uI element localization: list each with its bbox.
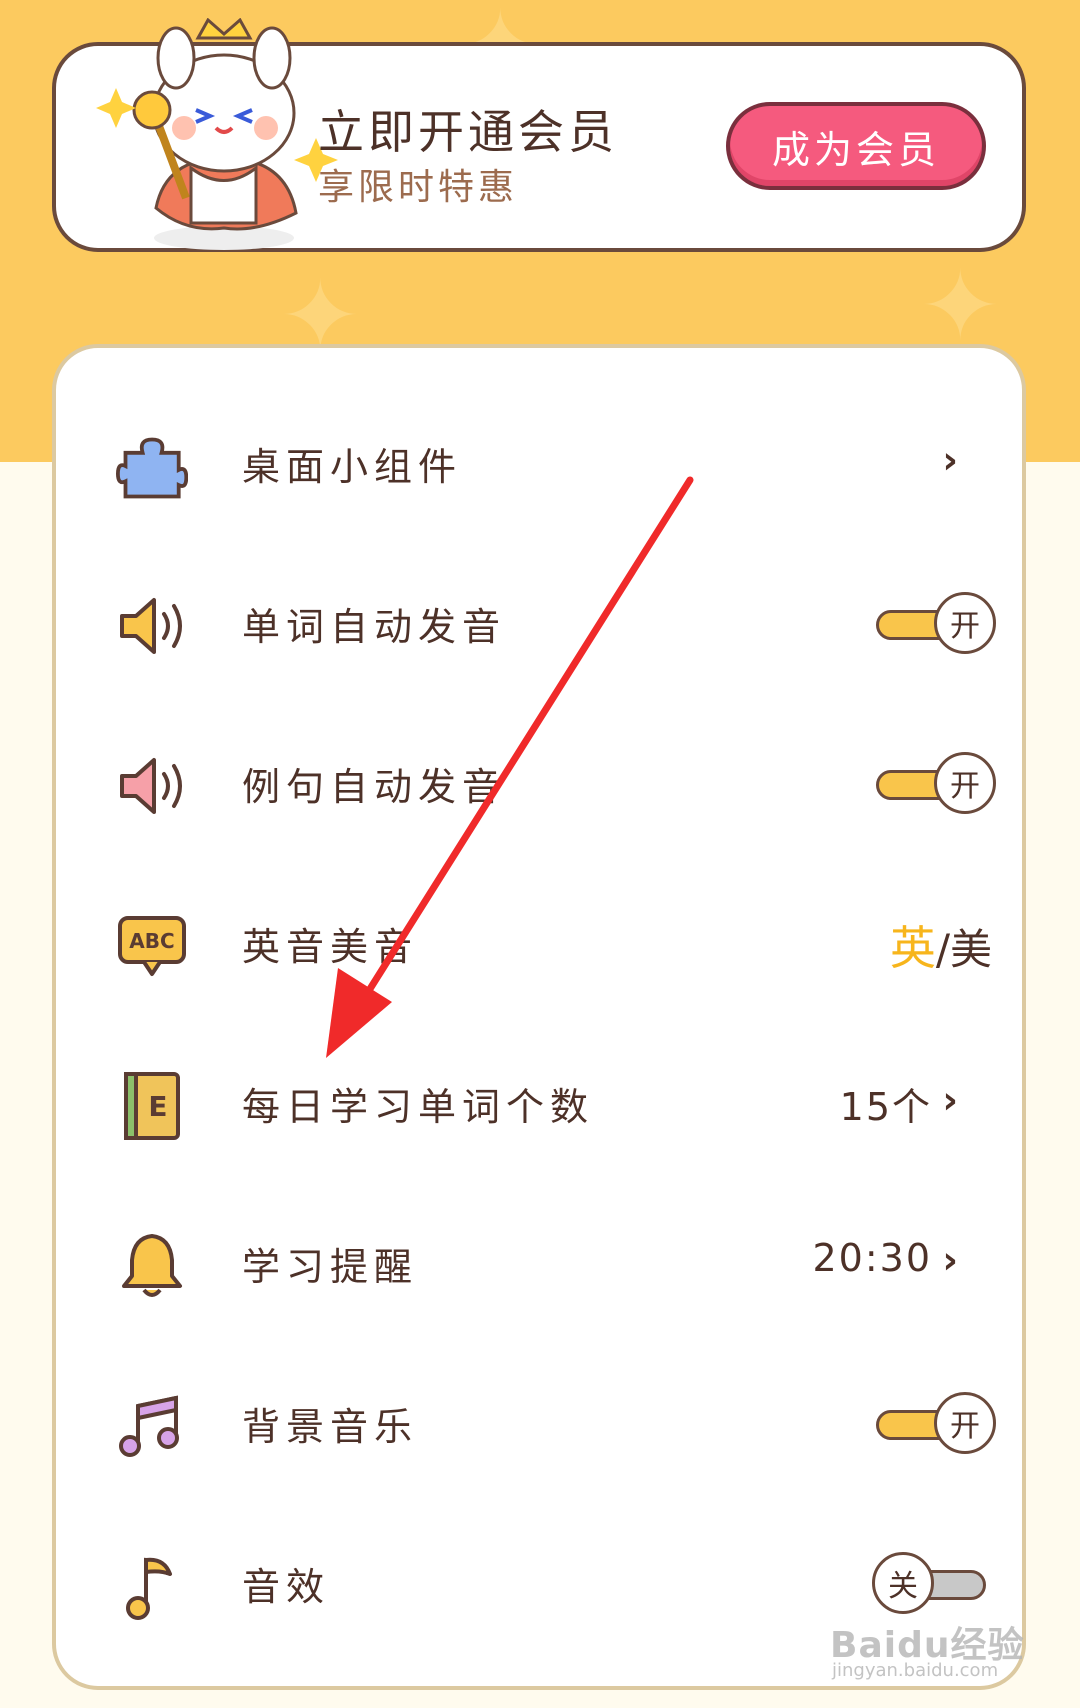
toggle-knob: 开 (934, 752, 996, 814)
toggle-knob: 开 (934, 592, 996, 654)
setting-row-background-music: 背景音乐 开 (56, 1362, 1022, 1482)
toggle-knob: 开 (934, 1392, 996, 1454)
sentence-pronunciation-toggle[interactable]: 开 (872, 752, 996, 818)
word-pronunciation-toggle[interactable]: 开 (872, 592, 996, 658)
chevron-right-icon: › (942, 1238, 958, 1282)
puzzle-icon (116, 437, 188, 499)
vip-banner[interactable]: 立即开通会员 享限时特惠 成为会员 (52, 18, 1026, 252)
accent-separator: / (935, 925, 950, 974)
setting-label: 桌面小组件 (242, 445, 463, 489)
setting-row-word-pronunciation: 单词自动发音 开 (56, 562, 1022, 682)
accent-option-british[interactable]: 英 (890, 921, 936, 975)
accent-selector[interactable]: 英/美 (890, 912, 992, 978)
speaker-icon (120, 758, 182, 814)
abc-speech-icon: ABC (118, 916, 186, 976)
book-icon: E (124, 1072, 180, 1140)
music-notes-icon (119, 1395, 179, 1457)
setting-row-accent: ABC 英音美音 英/美 (56, 882, 1022, 1002)
accent-option-american[interactable]: 美 (950, 925, 992, 974)
vip-title: 立即开通会员 (318, 105, 618, 159)
bunny-king-mascot-icon (96, 18, 338, 250)
background-music-toggle[interactable]: 开 (872, 1392, 996, 1458)
setting-label: 例句自动发音 (242, 765, 507, 809)
reminder-time-value: 20:30 (812, 1236, 932, 1280)
chevron-right-icon: › (942, 438, 958, 482)
become-member-button[interactable]: 成为会员 (726, 102, 986, 190)
setting-label: 英音美音 (242, 925, 419, 969)
setting-label: 单词自动发音 (242, 605, 507, 649)
baidu-watermark-url: jingyan.baidu.com (832, 1660, 999, 1681)
setting-row-study-reminder[interactable]: 学习提醒 20:30 › (56, 1202, 1022, 1322)
setting-row-sentence-pronunciation: 例句自动发音 开 (56, 722, 1022, 842)
settings-list: 桌面小组件 › 单词自动发音 开 例句自动发音 开 ABC 英音美音 英/美 E… (52, 344, 1026, 1690)
setting-label: 每日学习单词个数 (242, 1085, 595, 1129)
setting-label: 音效 (242, 1565, 331, 1609)
chevron-right-icon: › (942, 1078, 958, 1122)
toggle-knob: 关 (872, 1552, 934, 1614)
svg-text:E: E (148, 1090, 167, 1123)
vip-subtitle: 享限时特惠 (318, 167, 519, 208)
setting-label: 背景音乐 (242, 1405, 419, 1449)
sound-effects-toggle[interactable]: 关 (872, 1552, 996, 1618)
setting-row-daily-words[interactable]: E 每日学习单词个数 15个 › (56, 1042, 1022, 1162)
music-note-icon (126, 1557, 172, 1620)
daily-word-count-value: 15个 (839, 1085, 932, 1129)
setting-label: 学习提醒 (242, 1245, 419, 1289)
speaker-icon (120, 598, 182, 654)
setting-row-desktop-widget[interactable]: 桌面小组件 › (56, 402, 1022, 522)
svg-text:ABC: ABC (129, 929, 174, 953)
bell-icon (122, 1234, 182, 1297)
